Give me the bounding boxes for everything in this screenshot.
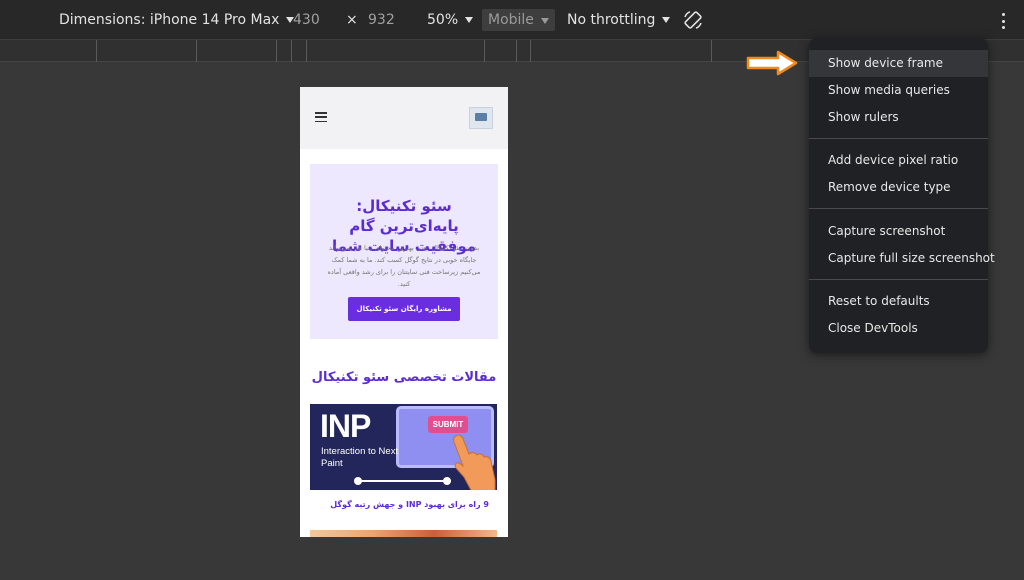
device-options-menu: Show device frame Show media queries Sho…: [809, 38, 995, 353]
article-image[interactable]: INP Interaction to Next Paint SUBMIT: [310, 404, 497, 490]
more-vert-icon[interactable]: [1002, 13, 1006, 29]
media-query-marker[interactable]: [196, 40, 197, 62]
menu-item-add-device-pixel-ratio[interactable]: Add device pixel ratio: [809, 147, 988, 174]
chevron-down-icon: [662, 17, 671, 23]
dimensions-dropdown[interactable]: Dimensions: iPhone 14 Pro Max: [59, 0, 295, 40]
media-query-marker[interactable]: [306, 40, 307, 62]
rotate-icon: [684, 11, 702, 29]
times-symbol: ×: [346, 12, 358, 28]
menu-item-close-devtools[interactable]: Close DevTools: [809, 315, 988, 342]
menu-item-show-media-queries[interactable]: Show media queries: [809, 77, 988, 104]
chevron-down-icon: [465, 17, 474, 23]
image-submit-label: SUBMIT: [428, 416, 468, 433]
throttling-dropdown[interactable]: No throttling: [567, 0, 671, 40]
menu-separator: [809, 279, 988, 280]
menu-separator: [809, 138, 988, 139]
media-query-marker[interactable]: [291, 40, 292, 62]
device-type-dropdown[interactable]: Mobile: [482, 0, 555, 40]
arrow-right-icon: [746, 50, 798, 76]
menu-item-capture-screenshot[interactable]: Capture screenshot: [809, 218, 988, 245]
hero-description: بدون سئو تکنیکال، حتی بهترین محتوای دنیا…: [327, 244, 481, 288]
pointing-hand-icon: [453, 434, 496, 490]
menu-item-show-device-frame[interactable]: Show device frame: [809, 50, 988, 77]
slider-knob: [443, 477, 451, 485]
zoom-label: 50%: [427, 12, 459, 28]
device-viewport: سئو تکنیکال: پایه‌ای‌ترین گام موفقیت سای…: [300, 87, 508, 537]
slider-knob: [354, 477, 362, 485]
device-type-box: Mobile: [482, 9, 555, 31]
menu-item-capture-full-size-screenshot[interactable]: Capture full size screenshot: [809, 245, 995, 272]
chevron-down-icon: [540, 18, 549, 24]
consultation-button[interactable]: مشاوره رایگان سئو تکنیکال: [348, 297, 460, 321]
zoom-dropdown[interactable]: 50%: [427, 0, 474, 40]
media-query-marker[interactable]: [96, 40, 97, 62]
image-subtitle: Interaction to Next Paint: [321, 446, 399, 469]
next-article-image[interactable]: [310, 530, 497, 537]
media-query-marker[interactable]: [530, 40, 531, 62]
site-header: [300, 87, 508, 149]
media-query-marker[interactable]: [276, 40, 277, 62]
hamburger-icon[interactable]: [315, 112, 327, 122]
site-logo[interactable]: [469, 107, 493, 129]
articles-section-title: مقالات تخصصی سئو تکنیکال: [311, 370, 497, 385]
menu-separator: [809, 208, 988, 209]
menu-item-reset-to-defaults[interactable]: Reset to defaults: [809, 288, 988, 315]
media-query-marker[interactable]: [484, 40, 485, 62]
article-caption[interactable]: 9 راه برای بهبود INP و جهش رتبه گوگل: [310, 494, 497, 515]
menu-item-show-rulers[interactable]: Show rulers: [809, 104, 988, 131]
rotate-button[interactable]: [682, 0, 704, 40]
dimensions-label: Dimensions: iPhone 14 Pro Max: [59, 12, 280, 28]
slider-track: [356, 480, 451, 482]
width-input[interactable]: 430: [293, 0, 320, 40]
menu-item-remove-device-type[interactable]: Remove device type: [809, 174, 988, 201]
device-toolbar: Dimensions: iPhone 14 Pro Max 430 × 932 …: [0, 0, 1024, 40]
media-query-marker[interactable]: [516, 40, 517, 62]
hero-section: سئو تکنیکال: پایه‌ای‌ترین گام موفقیت سای…: [310, 164, 498, 339]
image-title: INP: [320, 408, 371, 444]
device-type-label: Mobile: [488, 12, 534, 28]
throttling-label: No throttling: [567, 12, 656, 28]
media-query-marker[interactable]: [711, 40, 712, 62]
article-card[interactable]: INP Interaction to Next Paint SUBMIT 9 ر…: [310, 404, 497, 515]
height-input[interactable]: 932: [368, 0, 395, 40]
